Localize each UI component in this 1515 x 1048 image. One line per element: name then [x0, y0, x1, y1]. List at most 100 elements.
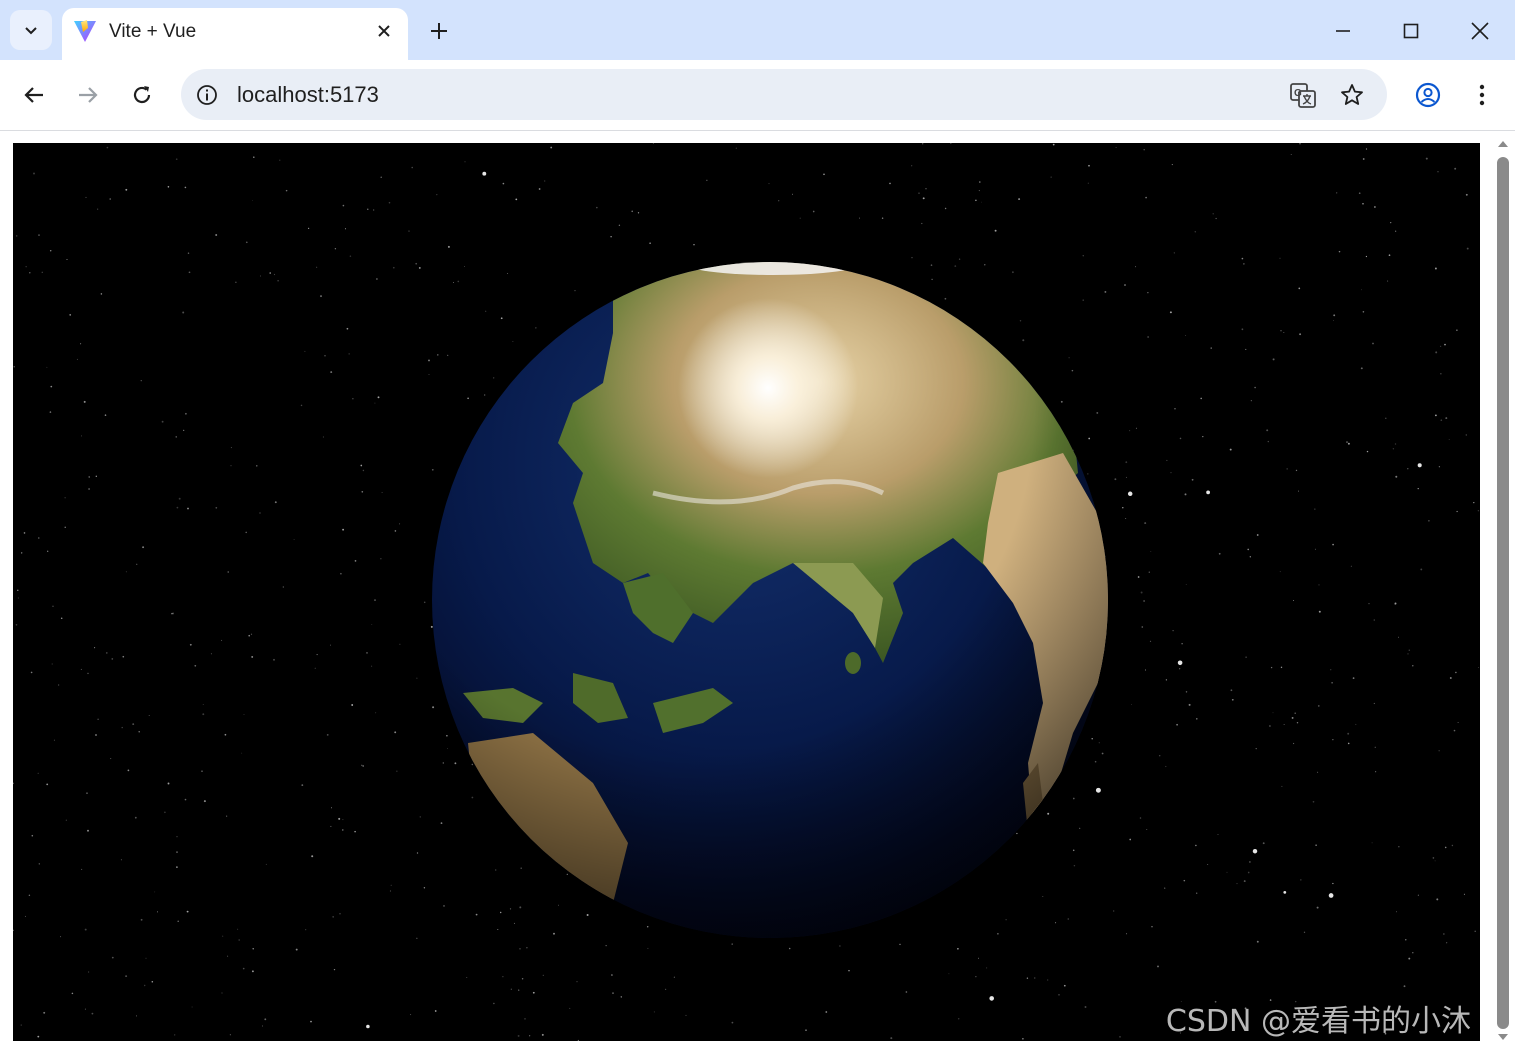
star	[176, 836, 178, 838]
translate-button[interactable]: G	[1288, 80, 1318, 110]
star	[1082, 255, 1084, 257]
star	[1196, 892, 1198, 894]
star	[1445, 417, 1448, 420]
star	[994, 229, 997, 232]
star	[930, 264, 933, 266]
star	[203, 800, 206, 803]
scroll-thumb[interactable]	[1497, 157, 1509, 1029]
bookmark-button[interactable]	[1337, 80, 1367, 110]
star	[1114, 478, 1117, 481]
star	[242, 967, 245, 970]
vertical-scrollbar[interactable]	[1494, 139, 1512, 1044]
star	[1164, 887, 1166, 889]
star	[340, 572, 342, 575]
star	[1318, 610, 1321, 613]
star	[1022, 339, 1025, 342]
forward-button[interactable]	[70, 77, 106, 113]
star	[381, 492, 383, 493]
star	[46, 366, 48, 368]
star	[76, 358, 78, 360]
star	[1218, 552, 1221, 555]
star	[1398, 846, 1400, 848]
translate-icon: G	[1290, 83, 1316, 108]
star	[1272, 358, 1275, 361]
star	[1247, 871, 1250, 874]
star	[143, 984, 146, 987]
window-close-button[interactable]	[1463, 14, 1497, 48]
site-info-button[interactable]	[193, 81, 221, 109]
page-viewport: CSDN @爱看书的小沐	[0, 131, 1515, 1048]
star	[1125, 476, 1127, 478]
maximize-button[interactable]	[1394, 14, 1428, 48]
star	[194, 664, 197, 667]
star	[334, 248, 337, 250]
star	[1408, 649, 1411, 651]
address-bar[interactable]: localhost:5173 G	[181, 69, 1387, 120]
star	[1173, 252, 1175, 254]
star	[889, 182, 891, 185]
tab-active[interactable]: Vite + Vue	[62, 8, 408, 60]
star	[13, 782, 14, 785]
star	[1210, 347, 1212, 349]
star	[1214, 1000, 1217, 1003]
star	[300, 404, 303, 407]
scroll-up-button[interactable]	[1497, 139, 1509, 149]
minimize-button[interactable]	[1326, 14, 1360, 48]
tab-search-button[interactable]	[10, 10, 52, 50]
star	[167, 782, 170, 785]
star	[1425, 157, 1428, 160]
star	[394, 530, 397, 532]
star	[177, 920, 179, 922]
star	[202, 713, 205, 716]
back-button[interactable]	[16, 77, 52, 113]
star	[185, 412, 187, 415]
star	[957, 1018, 960, 1020]
tab-close-button[interactable]	[372, 19, 396, 43]
vite-logo-icon	[74, 20, 96, 42]
star	[558, 904, 560, 906]
star	[948, 973, 950, 975]
star	[997, 933, 999, 935]
star	[373, 209, 375, 211]
star	[1230, 689, 1233, 692]
star	[513, 922, 515, 924]
star	[978, 190, 980, 192]
star	[453, 282, 454, 283]
star	[532, 991, 535, 994]
kebab-menu-icon	[1479, 84, 1485, 106]
star	[1362, 158, 1365, 160]
star	[157, 911, 158, 913]
star	[1096, 411, 1099, 414]
star	[374, 599, 376, 601]
star	[1170, 472, 1172, 474]
star	[515, 198, 518, 201]
star	[447, 354, 449, 357]
new-tab-button[interactable]	[424, 16, 454, 46]
webgl-canvas[interactable]: CSDN @爱看书的小沐	[13, 143, 1480, 1041]
star	[164, 811, 166, 814]
star	[521, 978, 524, 980]
star	[264, 1018, 267, 1021]
star	[416, 677, 418, 679]
star	[1438, 750, 1440, 752]
star	[569, 1007, 571, 1009]
star	[1084, 1006, 1087, 1008]
scroll-down-button[interactable]	[1497, 1032, 1509, 1042]
star	[596, 207, 598, 209]
star	[1158, 754, 1161, 757]
star	[132, 723, 135, 725]
reload-button[interactable]	[124, 77, 160, 113]
star	[1131, 704, 1132, 706]
star	[922, 143, 924, 145]
star	[191, 1006, 193, 1008]
star	[1195, 844, 1197, 847]
star	[371, 665, 373, 667]
star	[1200, 397, 1202, 400]
star	[80, 343, 82, 345]
star	[1279, 257, 1281, 259]
browser-menu-button[interactable]	[1464, 77, 1500, 113]
star	[33, 172, 35, 175]
star	[881, 217, 884, 219]
profile-button[interactable]	[1410, 77, 1446, 113]
star	[330, 825, 332, 827]
